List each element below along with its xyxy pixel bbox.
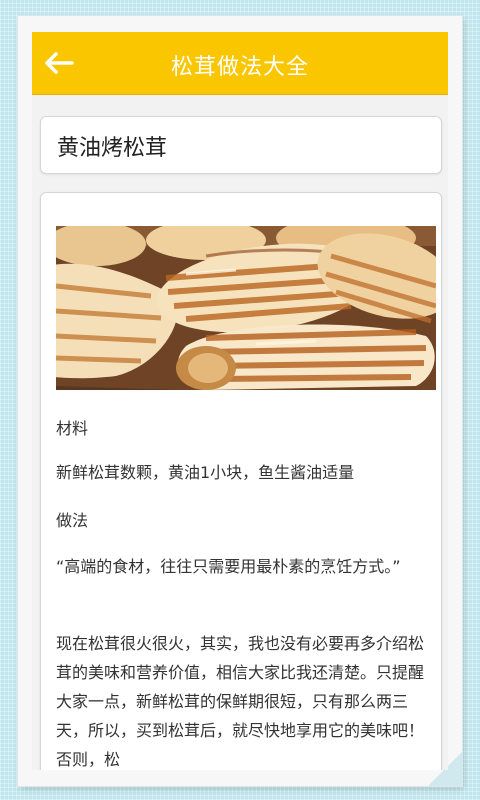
- ingredients-text: 新鲜松茸数颗，黄油1小块，鱼生酱油适量: [56, 463, 355, 482]
- method-heading: 做法: [56, 511, 89, 530]
- recipe-title: 黄油烤松茸: [57, 136, 168, 161]
- ingredients-heading: 材料: [56, 419, 89, 438]
- quote-text: “高端的食材，往往只需要用最朴素的烹饪方式。”: [56, 557, 401, 576]
- grilled-matsutake-photo: [56, 226, 436, 390]
- app-screen: 松茸做法大全 黄油烤松茸 材料 新鲜松茸数颗，黄油1小块，鱼生酱油适量 做法 “…: [32, 32, 448, 770]
- arrow-left-icon: [45, 52, 74, 74]
- recipe-title-card: 黄油烤松茸: [40, 116, 442, 174]
- description-text: 现在松茸很火很火，其实，我也没有必要再多介绍松茸的美味和营养价值，相信大家比我还…: [56, 634, 425, 769]
- title-bar: 松茸做法大全: [32, 32, 448, 95]
- recipe-content-card: 材料 新鲜松茸数颗，黄油1小块，鱼生酱油适量 做法 “高端的食材，往往只需要用最…: [40, 192, 442, 770]
- back-button[interactable]: [36, 41, 80, 85]
- app-title: 松茸做法大全: [170, 55, 309, 80]
